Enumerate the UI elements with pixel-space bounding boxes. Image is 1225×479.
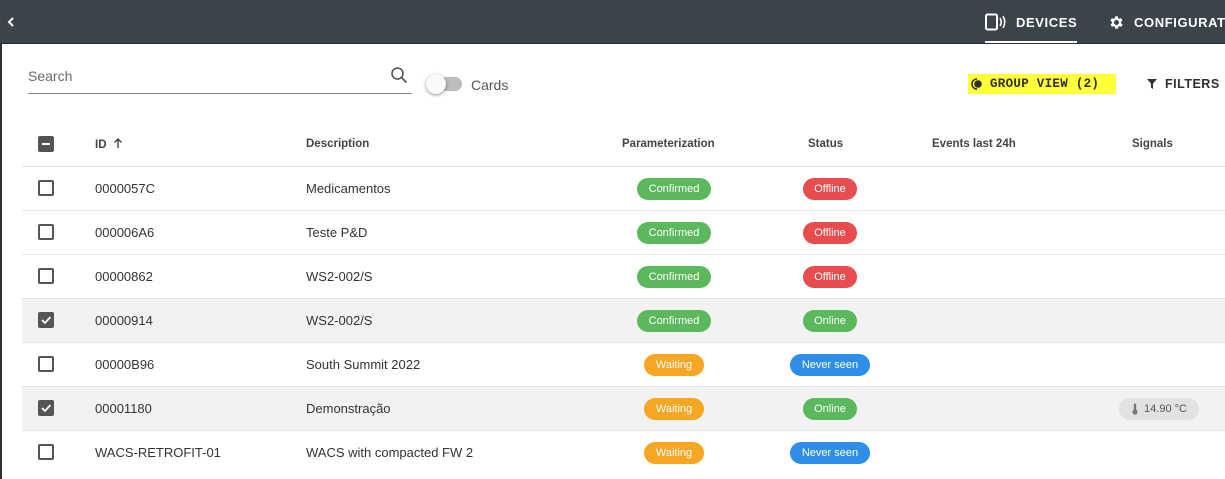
status-badge: Offline [803,222,857,244]
filters-button[interactable]: FILTERS [1147,74,1220,94]
status-badge: Online [803,398,857,420]
table-row[interactable]: 000006A6 Teste P&D Confirmed Offline [22,211,1225,255]
devices-icon [985,13,1007,31]
tab-devices-label: DEVICES [1016,14,1078,30]
search-input[interactable] [28,68,378,84]
parameterization-badge: Confirmed [637,310,711,332]
group-view-label: GROUP VIEW (2) [990,77,1100,91]
row-checkbox[interactable] [38,444,54,460]
status-badge: Offline [803,178,857,200]
signal-value: 14.90 °C [1144,403,1187,415]
toggle-knob[interactable] [426,74,446,94]
table-row[interactable]: 00001180 Demonstração Waiting Online 14.… [22,387,1225,431]
row-checkbox[interactable] [38,268,54,284]
column-header-signals[interactable]: Signals [1132,138,1173,150]
search-field[interactable] [28,64,412,94]
parameterization-badge: Confirmed [637,266,711,288]
chevron-left-icon [7,17,14,27]
row-checkbox[interactable] [38,224,54,240]
cell-id: WACS-RETROFIT-01 [95,445,221,460]
row-checkbox[interactable] [38,180,54,196]
cell-description: Demonstração [306,401,391,416]
row-checkbox[interactable] [38,312,54,328]
table-row[interactable]: 0000057C Medicamentos Confirmed Offline [22,167,1225,211]
status-badge: Online [803,310,857,332]
cell-description: Teste P&D [306,225,368,240]
sort-arrow-up-icon [113,138,122,148]
table-row[interactable]: 00000914 WS2-002/S Confirmed Online [22,299,1225,343]
back-button[interactable] [0,0,22,44]
select-all-checkbox[interactable] [38,136,54,152]
thermometer-icon [1132,403,1138,415]
tab-configuration[interactable]: CONFIGURAT [1108,0,1225,44]
gear-icon [1108,14,1125,31]
cards-toggle-label: Cards [471,77,509,93]
checkmark-icon [41,404,52,413]
parameterization-badge: Confirmed [637,178,711,200]
active-tab-indicator [985,41,1078,43]
search-icon[interactable] [390,66,408,84]
cards-toggle[interactable] [426,74,462,94]
cell-id: 00000914 [95,313,153,328]
top-bar: DEVICES CONFIGURAT [0,0,1225,44]
row-checkbox[interactable] [38,356,54,372]
table-row[interactable]: WACS-RETROFIT-01 WACS with compacted FW … [22,431,1225,475]
cell-id: 0000057C [95,181,155,196]
status-badge: Offline [803,266,857,288]
cell-id: 00001180 [95,401,152,416]
column-header-id[interactable]: ID [95,138,123,151]
window-border [0,44,2,479]
column-header-parameterization[interactable]: Parameterization [622,138,715,150]
status-badge: Never seen [790,442,870,464]
cell-id: 000006A6 [95,225,155,240]
signal-chip[interactable]: 14.90 °C [1119,398,1199,420]
group-view-icon [971,78,982,90]
parameterization-badge: Waiting [644,354,704,376]
cell-description: Medicamentos [306,181,391,196]
checkmark-icon [41,316,52,325]
indeterminate-icon [42,143,50,145]
cell-description: South Summit 2022 [306,357,421,372]
tab-configuration-label: CONFIGURAT [1134,14,1225,30]
filter-icon [1147,79,1157,89]
parameterization-badge: Confirmed [637,222,711,244]
parameterization-badge: Waiting [644,442,704,464]
table-row[interactable]: 00000B96 South Summit 2022 Waiting Never… [22,343,1225,387]
group-view-button[interactable]: GROUP VIEW (2) [968,74,1116,94]
cell-id: 00000862 [95,269,153,284]
cell-description: WACS with compacted FW 2 [306,445,474,460]
cell-id: 00000B96 [95,357,155,372]
table-row[interactable]: 00000862 WS2-002/S Confirmed Offline [22,255,1225,299]
column-header-events[interactable]: Events last 24h [932,138,1016,150]
filters-label: FILTERS [1165,77,1220,91]
parameterization-badge: Waiting [644,398,704,420]
cell-description: WS2-002/S [306,313,373,328]
row-checkbox[interactable] [38,400,54,416]
status-badge: Never seen [790,354,870,376]
column-header-description[interactable]: Description [306,138,369,150]
cell-description: WS2-002/S [306,269,373,284]
tab-devices[interactable]: DEVICES [985,0,1078,44]
column-header-status[interactable]: Status [808,138,843,150]
table-header: ID Description Parameterization Status E… [22,123,1225,167]
